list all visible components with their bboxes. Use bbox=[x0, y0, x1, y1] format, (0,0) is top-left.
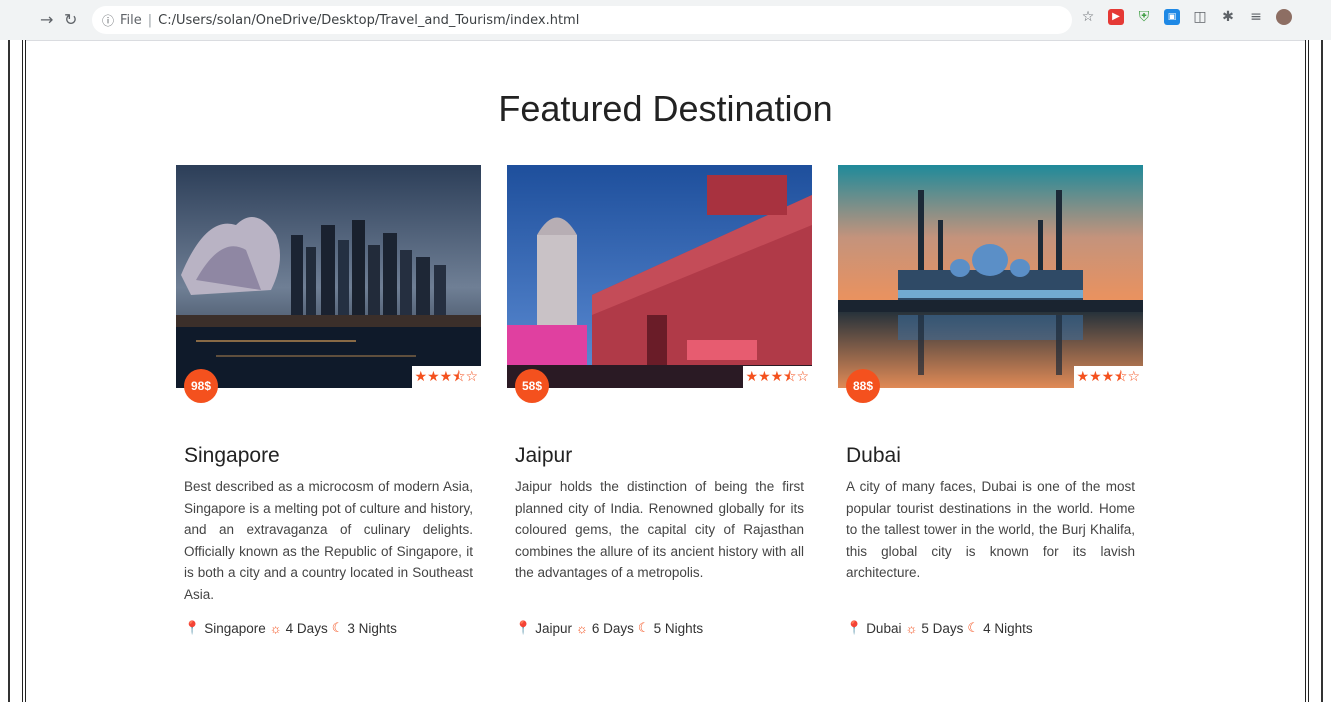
info-icon[interactable]: ⓘ bbox=[102, 12, 114, 29]
sun-icon: ☼ bbox=[905, 620, 918, 636]
trip-details: 📍 Dubai ☼ 5 Days ☾ 4 Nights bbox=[846, 620, 1143, 636]
trip-details: 📍 Jaipur ☼ 6 Days ☾ 5 Nights bbox=[515, 620, 812, 636]
trip-nights: 4 Nights bbox=[983, 620, 1033, 636]
destination-card-dubai[interactable]: 88$ ★★★⯪☆ Dubai A city of many faces, Du… bbox=[838, 165, 1143, 636]
price-badge: 58$ bbox=[515, 369, 549, 403]
price-badge: 98$ bbox=[184, 369, 218, 403]
destination-card-singapore[interactable]: 98$ ★★★⯪☆ Singapore Best described as a … bbox=[176, 165, 481, 636]
destination-name: Singapore bbox=[184, 444, 280, 467]
location-pin-icon: 📍 bbox=[846, 620, 863, 635]
bookmark-star-icon[interactable]: ☆ bbox=[1080, 9, 1096, 25]
address-bar[interactable]: ⓘ File | C:/Users/solan/OneDrive/Desktop… bbox=[92, 6, 1072, 34]
trip-nights: 5 Nights bbox=[653, 620, 704, 636]
moon-icon: ☾ bbox=[637, 620, 650, 635]
page-title: Featured Destination bbox=[498, 88, 833, 129]
half-star-icon: ⯪ bbox=[1114, 369, 1128, 385]
reading-list-icon[interactable]: ≡ bbox=[1248, 9, 1264, 25]
address-separator: | bbox=[147, 12, 153, 28]
extensions-bar: ☆ ▶ ⛨ ▣ ◫ ✱ ≡ bbox=[1080, 9, 1292, 25]
trip-days: 4 Days bbox=[285, 620, 328, 636]
sun-icon: ☼ bbox=[269, 620, 282, 636]
rating-stars: ★★★⯪☆ bbox=[742, 366, 812, 388]
trip-nights: 3 Nights bbox=[347, 620, 397, 636]
location-pin-icon: 📍 bbox=[515, 620, 532, 635]
trip-location: Singapore bbox=[204, 620, 266, 636]
profile-avatar[interactable] bbox=[1276, 9, 1292, 25]
destination-card-jaipur[interactable]: 58$ ★★★⯪☆ Jaipur Jaipur holds the distin… bbox=[507, 165, 812, 636]
extension-red-icon[interactable]: ▶ bbox=[1108, 9, 1124, 25]
rating-stars: ★★★⯪☆ bbox=[411, 366, 481, 388]
destination-cards: 98$ ★★★⯪☆ Singapore Best described as a … bbox=[176, 165, 1143, 636]
destination-name: Jaipur bbox=[515, 444, 573, 467]
window-frame-right bbox=[1305, 40, 1331, 702]
price-badge: 88$ bbox=[846, 369, 880, 403]
sun-icon: ☼ bbox=[575, 620, 588, 636]
dubai-mosque-illustration bbox=[838, 165, 1143, 388]
forward-icon[interactable]: → bbox=[40, 10, 53, 29]
destination-description: A city of many faces, Dubai is one of th… bbox=[846, 479, 1135, 580]
jaipur-palace-illustration bbox=[507, 165, 812, 388]
extensions-puzzle-icon[interactable]: ✱ bbox=[1220, 9, 1236, 25]
reload-icon[interactable]: ↻ bbox=[64, 10, 77, 29]
destination-description: Best described as a microcosm of modern … bbox=[184, 479, 473, 602]
browser-toolbar: → ↻ ⓘ File | C:/Users/solan/OneDrive/Des… bbox=[0, 0, 1331, 41]
singapore-skyline-illustration bbox=[176, 165, 481, 388]
half-star-icon: ⯪ bbox=[452, 369, 466, 385]
extension-blue-icon[interactable]: ▣ bbox=[1164, 9, 1180, 25]
address-file-label: File bbox=[120, 12, 142, 28]
trip-location: Jaipur bbox=[535, 620, 572, 636]
trip-location: Dubai bbox=[866, 620, 902, 636]
extension-shield-icon[interactable]: ⛨ bbox=[1136, 9, 1152, 25]
moon-icon: ☾ bbox=[967, 620, 980, 635]
rating-stars: ★★★⯪☆ bbox=[1073, 366, 1143, 388]
trip-days: 5 Days bbox=[921, 620, 964, 636]
extension-camera-icon[interactable]: ◫ bbox=[1192, 9, 1208, 25]
trip-days: 6 Days bbox=[591, 620, 634, 636]
dubai-image bbox=[838, 165, 1143, 388]
jaipur-image bbox=[507, 165, 812, 388]
moon-icon: ☾ bbox=[331, 620, 344, 635]
address-url[interactable]: C:/Users/solan/OneDrive/Desktop/Travel_a… bbox=[158, 13, 579, 28]
destination-name: Dubai bbox=[846, 444, 901, 467]
half-star-icon: ⯪ bbox=[783, 369, 797, 385]
singapore-image bbox=[176, 165, 481, 388]
destination-description: Jaipur holds the distinction of being th… bbox=[515, 479, 804, 580]
location-pin-icon: 📍 bbox=[184, 620, 201, 635]
trip-details: 📍 Singapore ☼ 4 Days ☾ 3 Nights bbox=[184, 620, 481, 636]
window-frame-left bbox=[0, 40, 26, 702]
